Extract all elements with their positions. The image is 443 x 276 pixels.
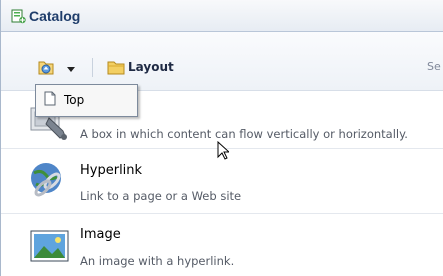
folder-icon[interactable]	[107, 59, 125, 75]
catalog-item-description: Link to a page or a Web site	[80, 189, 242, 203]
toolbar	[1, 32, 443, 91]
divider	[1, 213, 443, 214]
hyperlink-globe-icon	[31, 163, 61, 197]
catalog-item-name: Image	[80, 227, 121, 242]
window-title: Catalog	[29, 8, 81, 24]
catalog-item-description: A box in which content can flow vertical…	[80, 127, 408, 141]
new-page-dropdown-menu: Top	[35, 84, 138, 117]
catalog-item-hyperlink[interactable]: Hyperlink Link to a page or a Web site	[1, 155, 443, 209]
menu-item-label: Top	[64, 93, 85, 107]
menu-item-top[interactable]: Top	[36, 85, 137, 116]
toolbar-trailing-text[interactable]: Se	[427, 60, 441, 73]
chevron-down-icon[interactable]	[66, 65, 76, 73]
page-icon	[44, 91, 56, 106]
image-icon	[30, 230, 69, 262]
mouse-cursor-icon	[217, 141, 229, 160]
catalog-window: Catalog Layout Se A box in which content…	[0, 0, 443, 276]
toolbar-separator	[92, 58, 93, 77]
title-bar: Catalog	[1, 0, 443, 32]
layout-button[interactable]: Layout	[128, 60, 174, 74]
catalog-item-name: Hyperlink	[80, 163, 143, 178]
new-page-button[interactable]	[37, 58, 55, 76]
catalog-item-description: An image with a hyperlink.	[80, 254, 235, 268]
catalog-item-image[interactable]: Image An image with a hyperlink.	[1, 220, 443, 276]
catalog-add-icon	[11, 9, 26, 24]
